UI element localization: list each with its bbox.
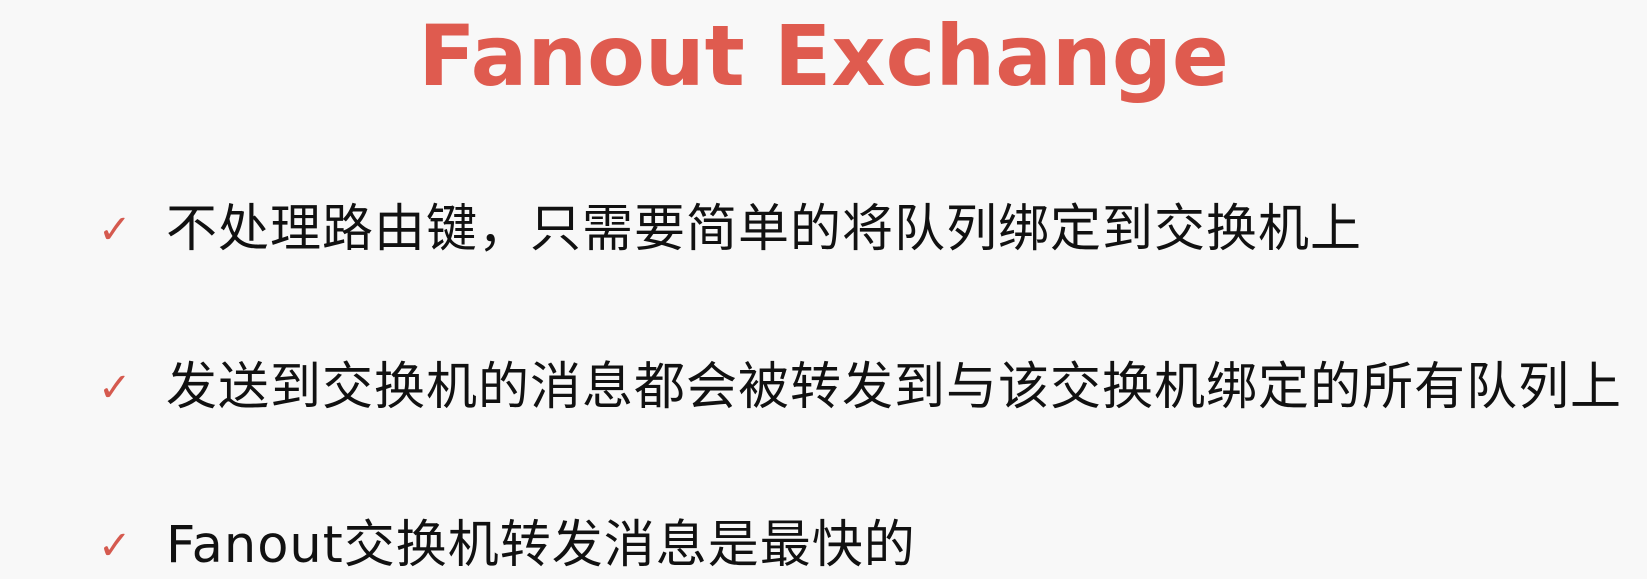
- check-icon: ✓: [98, 206, 132, 253]
- slide: Fanout Exchange ✓ 不处理路由键，只需要简单的将队列绑定到交换机…: [0, 0, 1647, 579]
- slide-title: Fanout Exchange: [418, 7, 1229, 105]
- bullet-text: Fanout交换机转发消息是最快的: [166, 516, 916, 575]
- bullet-text: 不处理路由键，只需要简单的将队列绑定到交换机上: [166, 200, 1363, 259]
- bullet-item: ✓ 发送到交换机的消息都会被转发到与该交换机绑定的所有队列上: [98, 362, 1622, 413]
- check-icon: ✓: [98, 522, 132, 569]
- check-icon: ✓: [98, 364, 132, 411]
- bullet-item: ✓ Fanout交换机转发消息是最快的: [98, 520, 916, 571]
- bullet-text: 发送到交换机的消息都会被转发到与该交换机绑定的所有队列上: [166, 358, 1623, 417]
- bullet-item: ✓ 不处理路由键，只需要简单的将队列绑定到交换机上: [98, 204, 1362, 255]
